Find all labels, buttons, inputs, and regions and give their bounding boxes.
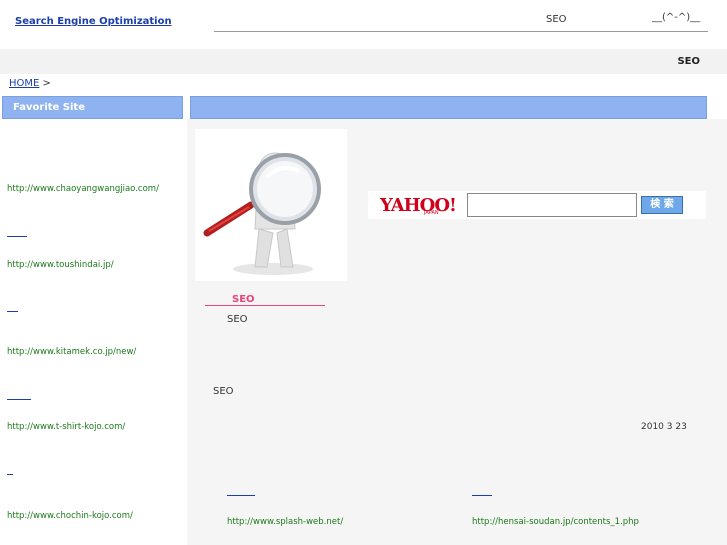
sidebar-link-2[interactable]: http://www.toushindai.jp/ [7, 260, 114, 270]
sidebar-link-3[interactable]: http://www.kitamek.co.jp/new/ [7, 347, 136, 357]
seo-magnifier-image [195, 129, 347, 281]
sidebar [0, 119, 187, 545]
yahoo-logo-sub: JAPAN [424, 210, 439, 216]
seo-heading-link[interactable]: SEO [232, 294, 255, 305]
bottom-link-1[interactable]: http://www.splash-web.net/ [227, 517, 343, 527]
breadcrumb-separator: > [42, 78, 51, 89]
search-button[interactable]: 検 索 [641, 196, 683, 214]
post-date: 2010 3 23 [641, 422, 687, 432]
subbar-seo-label: SEO [677, 56, 700, 67]
header-divider [214, 31, 708, 32]
sidebar-link-5[interactable]: http://www.chochin-kojo.com/ [7, 511, 133, 521]
bottom-link-line-2[interactable] [472, 495, 492, 496]
header-seo-text: SEO [546, 14, 567, 25]
sidebar-link-4[interactable]: http://www.t-shirt-kojo.com/ [7, 422, 125, 432]
bottom-link-line-1[interactable] [227, 495, 255, 496]
sidebar-link-line-3[interactable] [7, 311, 18, 312]
sidebar-title: Favorite Site [13, 102, 85, 113]
seo-text-2: SEO [213, 386, 234, 397]
seo-heading-underline [205, 305, 325, 306]
breadcrumb: HOME > [9, 78, 51, 89]
site-title-link[interactable]: Search Engine Optimization [15, 16, 172, 27]
search-input[interactable] [467, 193, 637, 217]
sidebar-link-line-2[interactable] [7, 236, 27, 237]
sidebar-header: Favorite Site [2, 96, 183, 119]
sidebar-link-line-4[interactable] [7, 399, 31, 400]
seo-text-1: SEO [227, 314, 248, 325]
sidebar-link-1[interactable]: http://www.chaoyangwangjiao.com/ [7, 184, 159, 194]
yahoo-logo: YAHOO! [380, 195, 457, 216]
sidebar-link-line-5[interactable] [7, 474, 13, 475]
bottom-link-2[interactable]: http://hensai-soudan.jp/contents_1.php [472, 517, 639, 527]
main-header-bar [190, 96, 707, 119]
header-emoticon: __(^-^)__ [652, 12, 701, 23]
breadcrumb-home-link[interactable]: HOME [9, 78, 39, 89]
sub-bar [0, 49, 727, 74]
